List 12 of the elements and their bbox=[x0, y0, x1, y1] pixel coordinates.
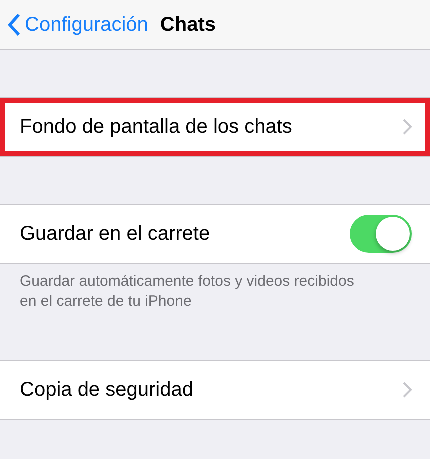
settings-row[interactable]: Fondo de pantalla de los chats bbox=[0, 98, 430, 156]
chevron-icon bbox=[403, 119, 412, 135]
section-footer: Guardar automáticamente fotos y videos recibidos en el carrete de tu iPhone bbox=[0, 264, 430, 312]
chevron-icon bbox=[403, 382, 412, 398]
back-button[interactable]: Configuración bbox=[0, 10, 148, 40]
back-chevron-icon bbox=[8, 14, 21, 36]
row-label: Copia de seguridad bbox=[20, 378, 194, 402]
row-label: Fondo de pantalla de los chats bbox=[20, 115, 292, 140]
screen-title: Chats bbox=[160, 12, 216, 38]
toggle-switch[interactable] bbox=[350, 215, 412, 253]
row-label: Guardar en el carrete bbox=[20, 222, 210, 247]
back-label[interactable]: Configuración bbox=[25, 10, 148, 40]
